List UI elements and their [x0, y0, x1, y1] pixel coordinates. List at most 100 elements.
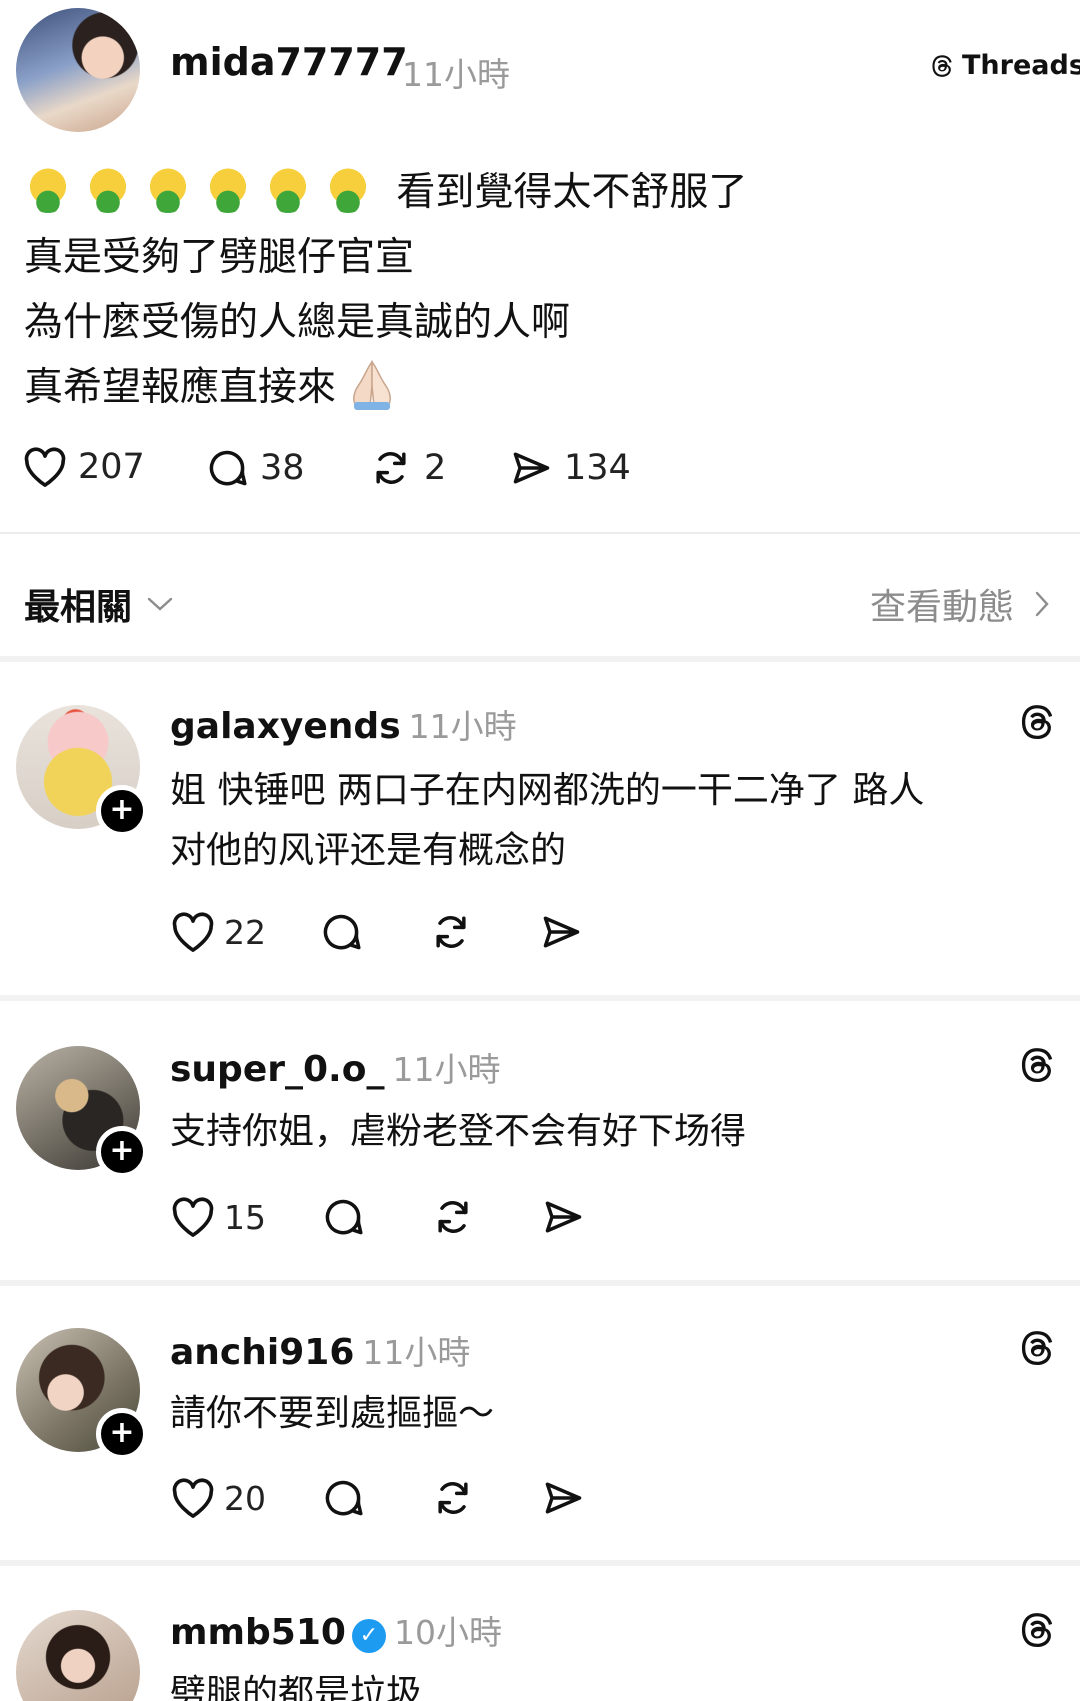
comment-icon	[204, 446, 250, 490]
comment-icon	[318, 910, 364, 954]
post-text-line: 真希望報應直接來	[24, 365, 337, 410]
threads-icon[interactable]	[1015, 700, 1059, 744]
post-line-4: 真希望報應直接來	[24, 355, 747, 420]
repost-icon	[430, 1476, 476, 1520]
post-line-2: 真是受夠了劈腿仔官宣	[24, 225, 747, 290]
comment-text: 姐 快锤吧 两口子在内网都洗的一干二净了 路人 对他的风评还是有概念的	[170, 761, 1050, 881]
share-action[interactable]: 134	[508, 446, 631, 490]
follow-plus-icon[interactable]: +	[96, 785, 148, 837]
send-icon	[540, 1476, 586, 1520]
reply-count: 38	[260, 448, 305, 488]
threads-watermark: Threads	[928, 50, 1080, 81]
threads-icon[interactable]	[1015, 1043, 1059, 1087]
comment-actions: 22	[170, 910, 584, 954]
share-count: 134	[564, 448, 631, 488]
threads-logo-icon	[928, 52, 956, 80]
comment-username[interactable]: anchi916 11小時	[170, 1326, 470, 1374]
comment-like-button[interactable]: 20	[170, 1477, 266, 1519]
comment-line: 姐 快锤吧 两口子在内网都洗的一干二净了 路人	[170, 770, 925, 811]
post-text-line: 看到覺得太不舒服了	[396, 170, 748, 215]
send-icon	[508, 446, 554, 490]
comment-reply-button[interactable]	[320, 1476, 366, 1520]
comment-icon	[320, 1195, 366, 1239]
comment-icon	[320, 1476, 366, 1520]
comment-line: 請你不要到處摳摳～	[170, 1393, 495, 1434]
comment-username[interactable]: super_0.o_ 11小時	[170, 1043, 500, 1091]
post-text-line: 真是受夠了劈腿仔官宣	[24, 235, 415, 280]
post-author-avatar[interactable]	[16, 8, 140, 132]
comment-share-button[interactable]	[540, 1476, 586, 1520]
repost-icon	[368, 446, 414, 490]
threads-label: Threads	[962, 50, 1080, 81]
comment-actions: 20	[170, 1476, 586, 1520]
reply-action[interactable]: 38	[204, 446, 305, 490]
heart-icon	[170, 1477, 216, 1519]
post-line-3: 為什麼受傷的人總是真誠的人啊	[24, 290, 747, 355]
comment-timestamp: 10小時	[393, 1613, 502, 1652]
comment-divider	[0, 1560, 1080, 1566]
nauseated-face-icon	[84, 165, 132, 213]
section-divider	[0, 656, 1080, 662]
comment-like-count: 20	[224, 1478, 266, 1518]
heart-icon	[170, 1196, 216, 1238]
post-text-line: 為什麼受傷的人總是真誠的人啊	[24, 300, 571, 345]
chevron-down-icon	[146, 595, 174, 613]
comment-like-count: 15	[224, 1197, 266, 1237]
comment-repost-button[interactable]	[428, 910, 474, 954]
repost-icon	[430, 1195, 476, 1239]
comment-like-button[interactable]: 22	[170, 911, 266, 953]
comment-line: 劈腿的都是垃圾	[170, 1673, 423, 1701]
folded-hands-icon	[346, 356, 398, 410]
comment-repost-button[interactable]	[430, 1476, 476, 1520]
heart-icon	[170, 911, 216, 953]
comment-username[interactable]: mmb510 ✓ 10小時	[170, 1606, 502, 1654]
comment-text: 支持你姐，虐粉老登不会有好下场得	[170, 1102, 1050, 1162]
comment-text: 劈腿的都是垃圾	[170, 1664, 1050, 1701]
chevron-right-icon	[1034, 590, 1050, 618]
sort-label: 最相關	[24, 587, 133, 628]
post-author-username[interactable]: mida77777	[170, 40, 408, 84]
post-body: 看到覺得太不舒服了 真是受夠了劈腿仔官宣 為什麼受傷的人總是真誠的人啊 真希望報…	[24, 160, 747, 420]
post-divider	[0, 532, 1080, 534]
comment-reply-button[interactable]	[318, 910, 364, 954]
nauseated-face-icon	[24, 165, 72, 213]
verified-badge-icon: ✓	[351, 1619, 386, 1653]
view-activity-label: 查看動態	[869, 587, 1014, 628]
comment-timestamp: 11小時	[392, 1050, 501, 1089]
nauseated-face-icon	[264, 165, 312, 213]
repost-action[interactable]: 2	[368, 446, 446, 490]
post-line-1: 看到覺得太不舒服了	[24, 160, 747, 225]
comment-like-count: 22	[224, 912, 266, 952]
follow-plus-icon[interactable]: +	[96, 1126, 148, 1178]
nauseated-face-icon	[324, 165, 372, 213]
threads-icon[interactable]	[1015, 1608, 1059, 1652]
follow-plus-icon[interactable]: +	[96, 1408, 148, 1460]
comment-divider	[0, 1280, 1080, 1286]
nauseated-face-icon	[144, 165, 192, 213]
comment-reply-button[interactable]	[320, 1195, 366, 1239]
comment-share-button[interactable]	[538, 910, 584, 954]
comment-repost-button[interactable]	[430, 1195, 476, 1239]
repost-icon	[428, 910, 474, 954]
heart-icon	[22, 446, 68, 488]
comment-timestamp: 11小時	[408, 707, 517, 746]
comment-username[interactable]: galaxyends 11小時	[170, 700, 517, 748]
comment-text: 請你不要到處摳摳～	[170, 1384, 1050, 1444]
comment-actions: 15	[170, 1195, 586, 1239]
like-action[interactable]: 207	[22, 446, 145, 488]
nauseated-face-icon	[204, 165, 252, 213]
comment-line: 支持你姐，虐粉老登不会有好下场得	[170, 1111, 747, 1152]
send-icon	[540, 1195, 586, 1239]
sort-dropdown[interactable]: 最相關	[24, 578, 174, 630]
comment-avatar[interactable]	[16, 1610, 140, 1701]
comment-line: 对他的风评还是有概念的	[170, 830, 567, 871]
threads-icon[interactable]	[1015, 1326, 1059, 1370]
repost-count: 2	[424, 448, 447, 488]
like-count: 207	[78, 447, 145, 487]
post-timestamp: 11小時	[402, 55, 510, 94]
view-activity-link[interactable]: 查看動態	[870, 578, 1050, 630]
comment-share-button[interactable]	[540, 1195, 586, 1239]
comment-like-button[interactable]: 15	[170, 1196, 266, 1238]
send-icon	[538, 910, 584, 954]
comment-timestamp: 11小時	[362, 1333, 471, 1372]
